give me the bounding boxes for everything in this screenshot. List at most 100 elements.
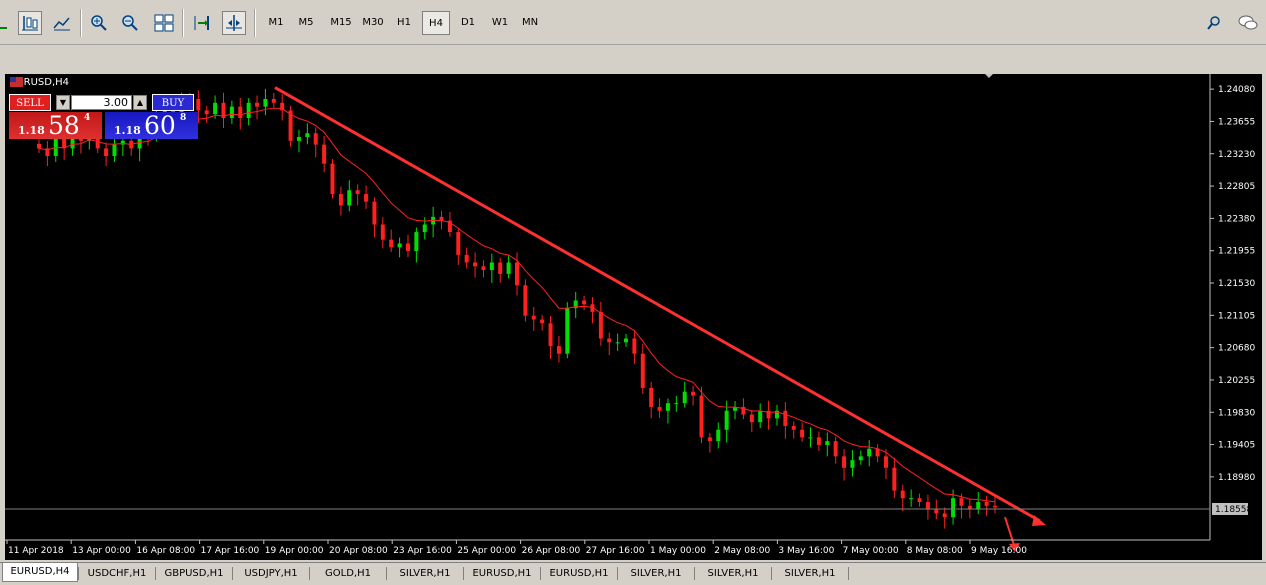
chart-tab[interactable]: USDJPY,H1 [233, 565, 309, 582]
candle-body [800, 429, 805, 438]
chart-tab[interactable]: EURUSD,H1 [541, 565, 617, 582]
chart-tab[interactable]: USDCHF,H1 [79, 565, 155, 582]
price-tick-label: 1.19405 [1218, 441, 1255, 451]
price-tick-label: 1.21105 [1218, 311, 1255, 321]
candle-body [347, 190, 352, 206]
new-order-icon[interactable] [0, 11, 16, 35]
autoscroll-icon[interactable] [222, 11, 246, 35]
price-tick-label: 1.22805 [1218, 182, 1255, 192]
candle-body [657, 406, 662, 411]
timeframe-h1-button[interactable]: H1 [390, 11, 418, 35]
volume-input[interactable]: 3.00 [71, 95, 132, 110]
price-tick-label: 1.18980 [1218, 473, 1255, 483]
candle-body [892, 467, 897, 491]
candle-body [414, 232, 419, 252]
line-chart-icon[interactable] [50, 11, 74, 35]
candle-body [691, 391, 696, 396]
time-tick-label: 27 Apr 16:00 [586, 546, 645, 556]
candle-body [481, 266, 486, 271]
candle-body [993, 505, 997, 508]
candle-body [665, 403, 670, 411]
candle-body [515, 262, 519, 286]
time-tick-label: 25 Apr 00:00 [457, 546, 516, 556]
candle-body [632, 338, 637, 354]
time-tick-label: 8 May 08:00 [907, 546, 963, 556]
candle-body [883, 456, 888, 468]
candle-body [523, 285, 528, 316]
time-tick-label: 2 May 08:00 [714, 546, 770, 556]
chat-icon[interactable] [1236, 11, 1260, 35]
flag-icon [10, 77, 23, 87]
chart-area[interactable]: 1.24080 1.23655 1.23230 1.22805 1.22380 1.219… [5, 74, 1262, 560]
timeframe-m30-button[interactable]: M30 [356, 11, 390, 35]
price-tick-label: 1.24080 [1218, 85, 1255, 95]
timeframe-d1-button[interactable]: D1 [454, 11, 482, 35]
buy-price-prefix: 1.18 [114, 124, 141, 137]
timeframe-h4-button[interactable]: H4 [422, 11, 450, 35]
volume-down-button[interactable]: ▼ [56, 95, 70, 110]
candle-body [422, 224, 427, 233]
buy-button[interactable]: BUY [152, 94, 194, 111]
candle-body [556, 346, 561, 354]
timeframe-w1-button[interactable]: W1 [486, 11, 514, 35]
chart-tab[interactable]: EURUSD,H1 [464, 565, 540, 582]
time-tick-label: 13 Apr 00:00 [72, 546, 131, 556]
volume-up-button[interactable]: ▲ [133, 95, 147, 110]
trendline-arrow [1032, 514, 1046, 526]
sell-button[interactable]: SELL [9, 94, 51, 111]
candle-body [506, 262, 511, 274]
candle-body [951, 498, 956, 518]
price-tick-label: 1.22380 [1218, 214, 1255, 224]
sell-price-pips: 58 [48, 111, 80, 140]
candle-body [456, 232, 461, 255]
toolbar-separator [182, 9, 183, 37]
time-tick-label: 3 May 16:00 [778, 546, 834, 556]
candle-body [565, 308, 570, 354]
candle-body [984, 501, 989, 506]
chart-window: 1.24080 1.23655 1.23230 1.22805 1.22380 1.219… [0, 70, 1266, 562]
candle-body [808, 437, 813, 439]
chart-tab[interactable]: SILVER,H1 [387, 565, 463, 582]
chart-tab[interactable]: GOLD,H1 [310, 565, 386, 582]
buy-price-box[interactable]: 1.18 60 8 [105, 112, 198, 139]
timeframe-mn-button[interactable]: MN [516, 11, 544, 35]
candle-body [405, 243, 410, 252]
zoom-in-icon[interactable] [87, 11, 111, 35]
current-price-label: 1.18558 [1215, 505, 1252, 515]
shift-marker-icon [985, 74, 993, 78]
bar-chart-icon[interactable] [18, 11, 42, 35]
candle-body [229, 106, 234, 119]
timeframe-m5-button[interactable]: M5 [292, 11, 320, 35]
chart-shift-icon[interactable] [190, 11, 214, 35]
candle-body [640, 353, 645, 388]
candle-body [338, 194, 343, 206]
candle-body [917, 498, 922, 502]
tile-windows-icon[interactable] [152, 11, 176, 35]
price-chart[interactable]: 1.24080 1.23655 1.23230 1.22805 1.22380 1.219… [5, 74, 1262, 560]
one-click-trading-panel: SELL ▼ 3.00 ▲ BUY 1.18 58 4 1.18 60 8 [9, 94, 199, 140]
price-tick-label: 1.23655 [1218, 117, 1255, 127]
candle-body [238, 106, 243, 119]
candle-body [959, 498, 964, 506]
price-tick-label: 1.20255 [1218, 376, 1255, 386]
chart-tab[interactable]: SILVER,H1 [618, 565, 694, 582]
price-tick-label: 1.21955 [1218, 247, 1255, 257]
chart-tab[interactable]: SILVER,H1 [772, 565, 848, 582]
moving-average-line [38, 107, 996, 503]
search-icon[interactable] [1202, 11, 1226, 35]
timeframe-m15-button[interactable]: M15 [324, 11, 358, 35]
candle-body [783, 410, 788, 426]
candle-body [934, 509, 939, 514]
candle-body [313, 133, 318, 145]
chart-tab[interactable]: EURUSD,H4 [2, 563, 78, 582]
timeframe-m1-button[interactable]: M1 [262, 11, 290, 35]
time-tick-label: 11 Apr 2018 [8, 546, 64, 556]
candle-body [925, 501, 930, 510]
time-tick-label: 17 Apr 16:00 [201, 546, 260, 556]
chart-tab[interactable]: GBPUSD,H1 [156, 565, 232, 582]
sell-price-box[interactable]: 1.18 58 4 [9, 112, 102, 139]
time-tick-label: 26 Apr 08:00 [522, 546, 581, 556]
chart-tab[interactable]: SILVER,H1 [695, 565, 771, 582]
zoom-out-icon[interactable] [118, 11, 142, 35]
candle-body [615, 342, 620, 344]
